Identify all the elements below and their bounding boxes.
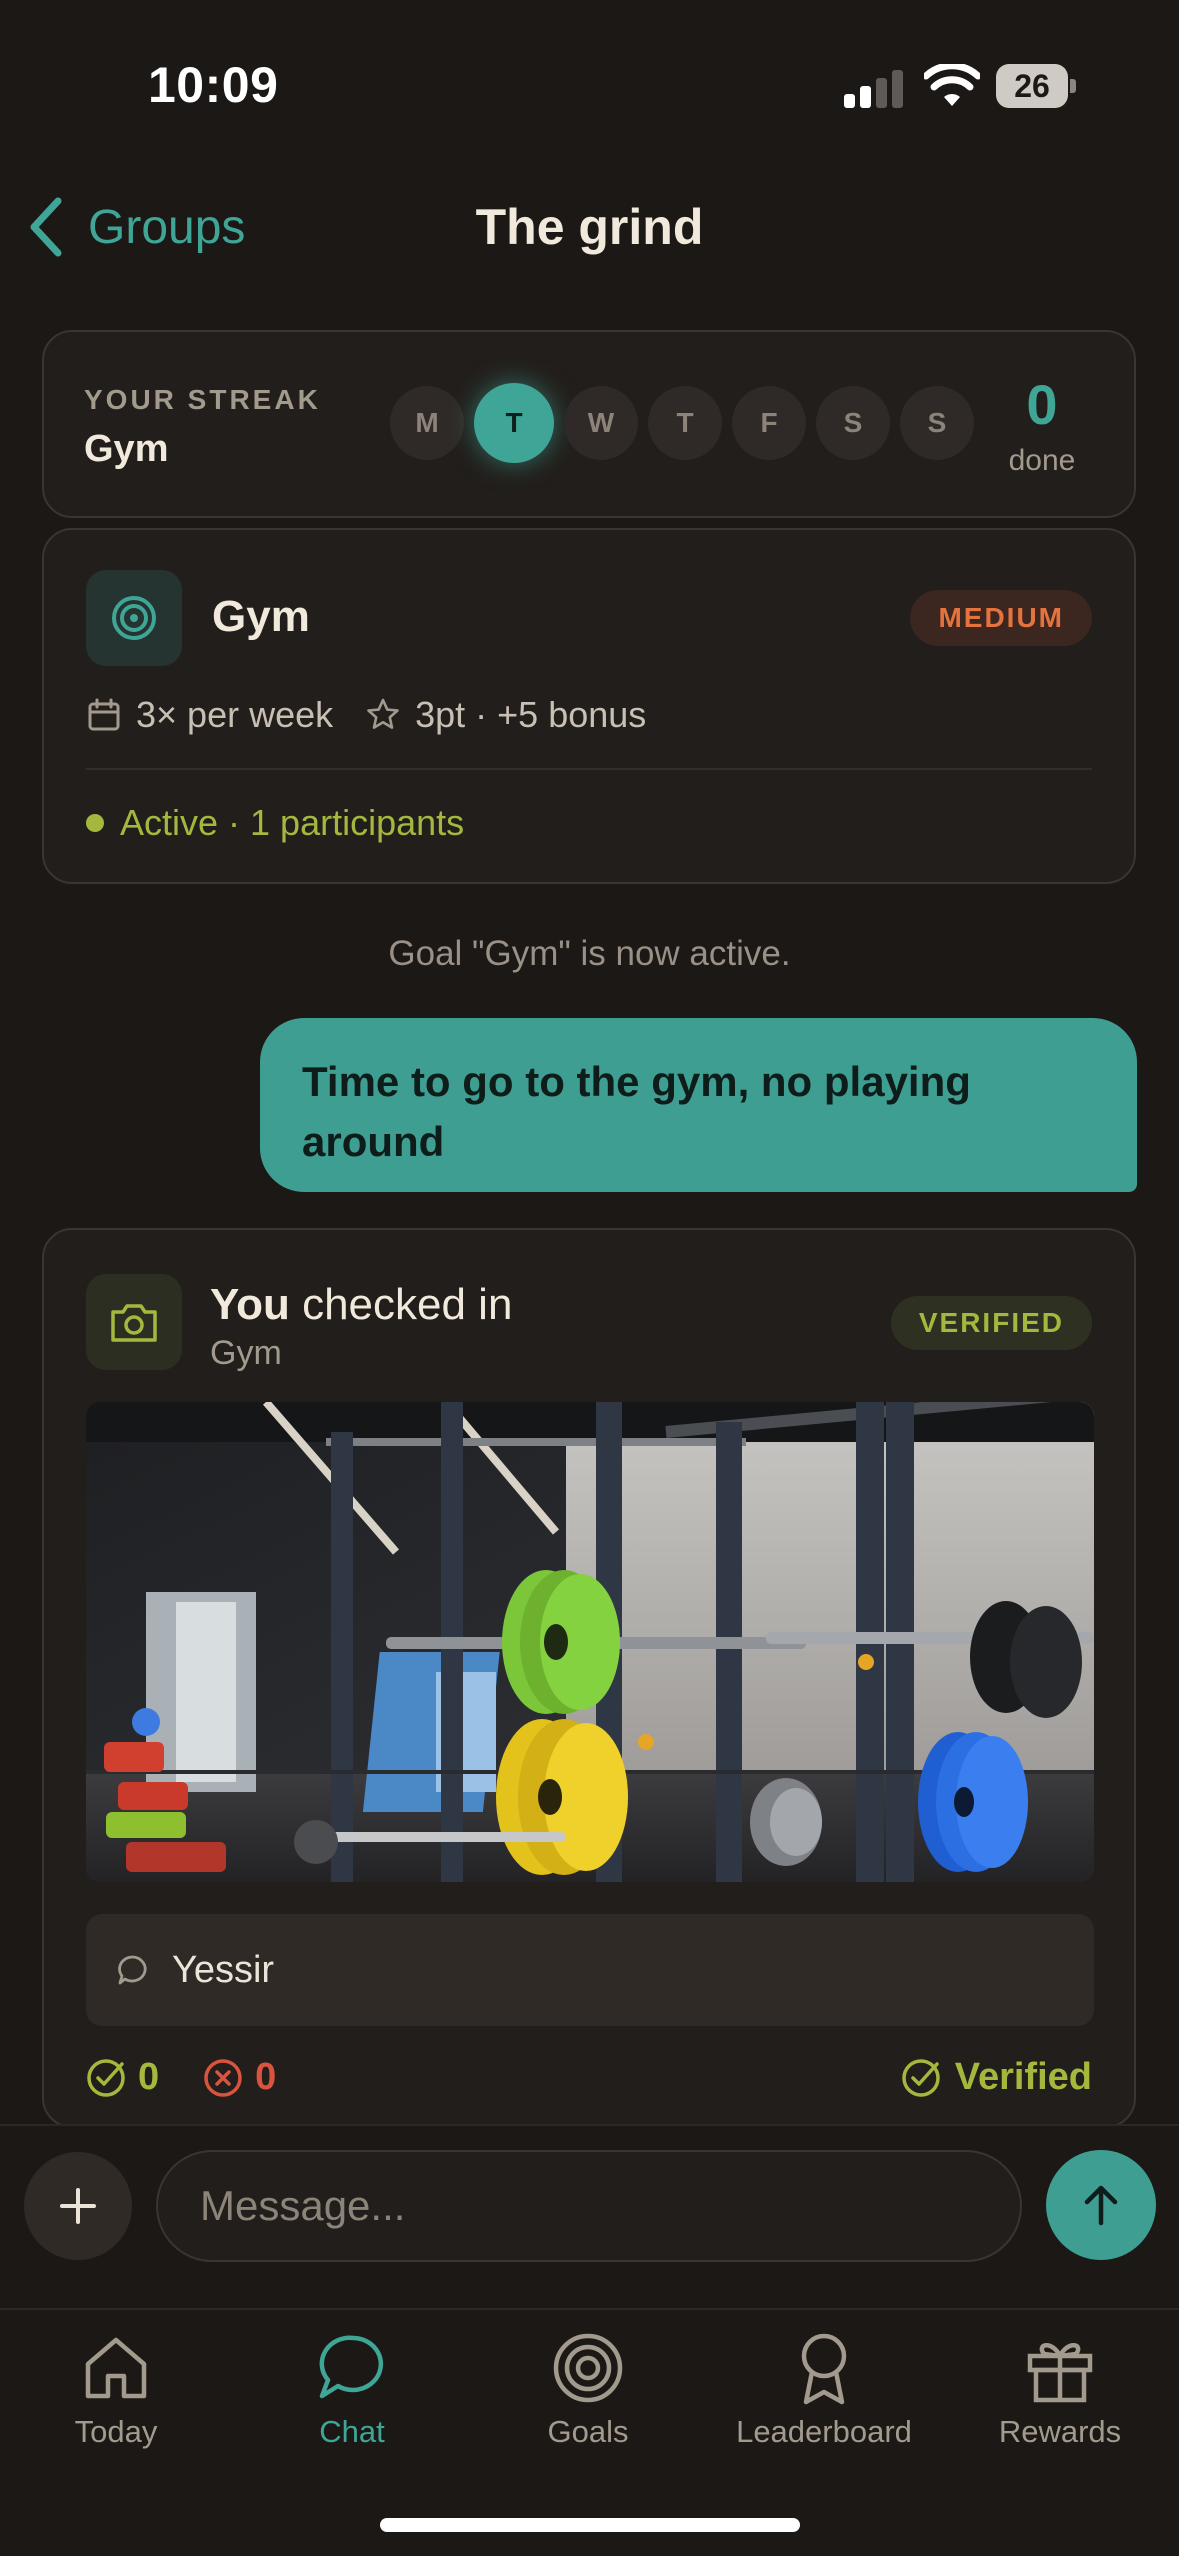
target-icon [86, 570, 182, 666]
group-title: The grind [475, 199, 704, 255]
tab-label: Leaderboard [736, 2414, 912, 2449]
goal-name: Gym [212, 592, 310, 641]
caption-box: Yessir [86, 1914, 1094, 2026]
tab-goals[interactable]: Goals [488, 2330, 688, 2450]
day-saturday: S [816, 386, 890, 460]
system-message: Goal "Gym" is now active. [388, 934, 791, 973]
goal-card[interactable]: Gym MEDIUM 3× per week 3pt · +5 bonus Ac… [42, 528, 1136, 884]
day-wednesday: W [564, 386, 638, 460]
plus-icon [60, 2188, 96, 2224]
approve-button[interactable]: 0 [86, 2056, 159, 2099]
star-icon [367, 698, 399, 729]
send-button[interactable] [1046, 2150, 1156, 2260]
day-tuesday: T [474, 383, 554, 463]
day-monday: M [390, 386, 464, 460]
tab-label: Today [74, 2414, 158, 2449]
x-circle-icon [204, 2058, 242, 2097]
medal-icon [801, 2333, 847, 2405]
vote-row: 0 0 [86, 2056, 320, 2099]
verified-status: Verified [901, 2056, 1092, 2099]
tab-chat[interactable]: Chat [252, 2330, 452, 2450]
battery-icon: 26 [996, 64, 1076, 108]
tab-today[interactable]: Today [16, 2330, 216, 2450]
difficulty-badge: MEDIUM [910, 590, 1092, 646]
goal-points: 3pt · +5 bonus [415, 694, 647, 735]
check-circle-icon [87, 2058, 125, 2097]
verified-status-text: Verified [954, 2056, 1092, 2098]
approve-count: 0 [138, 2056, 160, 2098]
streak-card: YOUR STREAK Gym M T W T F S S 0 done [42, 330, 1136, 518]
tab-leaderboard[interactable]: Leaderboard [724, 2330, 924, 2450]
tab-label: Goals [547, 2414, 629, 2449]
done-label: done [1008, 444, 1076, 477]
checkin-card[interactable]: You checked in Gym VERIFIED Yessir 0 0 V… [42, 1228, 1136, 2128]
outgoing-message-bubble[interactable]: Time to go to the gym, no playing around [260, 1018, 1137, 1192]
checkin-goal: Gym [210, 1334, 282, 1372]
goal-status-text: Active · 1 participants [120, 802, 465, 843]
streak-days: M T W T F S S [390, 383, 974, 463]
gift-icon [1027, 2343, 1093, 2403]
arrow-up-icon [1084, 2185, 1118, 2226]
check-circle-icon [901, 2058, 940, 2097]
checkin-title: You checked in [210, 1280, 513, 1329]
checkin-photo[interactable] [86, 1402, 1094, 1882]
status-bar: 10:09 26 [0, 0, 1179, 150]
chat-screen: 10:09 26 Groups The grind YOUR STREAK Gy… [0, 0, 1179, 2556]
verified-badge: VERIFIED [890, 1296, 1092, 1350]
day-friday: F [732, 386, 806, 460]
divider [86, 768, 1092, 770]
message-composer [0, 2124, 1179, 2308]
target-icon [553, 2333, 623, 2403]
battery-level: 26 [996, 64, 1068, 108]
cellular-signal-icon [844, 68, 904, 108]
goal-frequency: 3× per week [136, 694, 334, 735]
wifi-icon [924, 64, 980, 106]
done-count: 0 [1026, 373, 1058, 436]
goal-meta: 3× per week 3pt · +5 bonus [86, 694, 646, 736]
active-dot-icon [86, 814, 104, 832]
streak-goal: Gym [84, 428, 169, 470]
tab-rewards[interactable]: Rewards [960, 2330, 1160, 2450]
reject-count: 0 [255, 2056, 277, 2098]
day-thursday: T [648, 386, 722, 460]
comment-icon [118, 1955, 147, 1985]
home-indicator[interactable] [380, 2518, 800, 2532]
nav-header: Groups The grind [0, 180, 1179, 280]
reject-button[interactable]: 0 [203, 2056, 276, 2099]
caption-text: Yessir [172, 1948, 275, 1991]
day-sunday: S [900, 386, 974, 460]
camera-icon [86, 1274, 182, 1370]
goal-status: Active · 1 participants [86, 802, 464, 844]
tab-label: Chat [319, 2414, 385, 2449]
streak-label: YOUR STREAK [84, 384, 321, 415]
status-time: 10:09 [148, 57, 279, 113]
attach-button[interactable] [24, 2152, 132, 2260]
message-input[interactable] [156, 2150, 1022, 2262]
calendar-icon [88, 698, 120, 731]
chat-bubble-icon [319, 2335, 384, 2399]
home-icon [85, 2337, 147, 2399]
tab-label: Rewards [998, 2414, 1122, 2449]
